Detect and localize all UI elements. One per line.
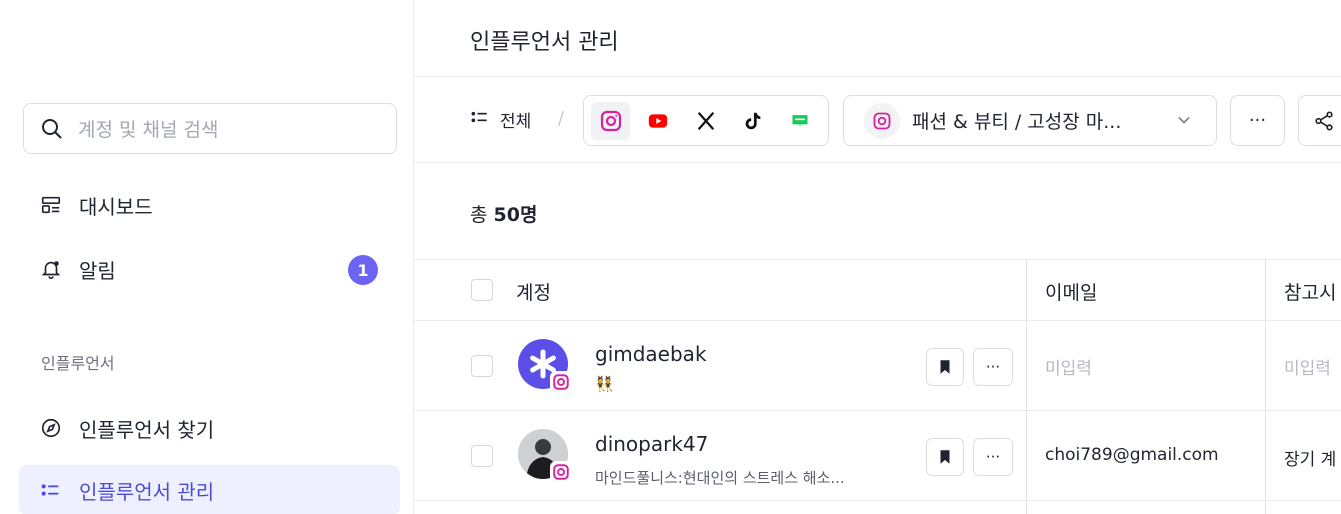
- search-input[interactable]: 계정 및 채널 검색: [23, 103, 397, 154]
- bookmark-icon: [940, 360, 950, 374]
- note-cell: 장기 계: [1284, 450, 1337, 470]
- all-filter-button[interactable]: 전체: [470, 107, 531, 132]
- campaign-select-value: 패션 & 뷰티 / 고성장 마...: [912, 111, 1122, 133]
- platform-youtube-button[interactable]: [638, 102, 677, 140]
- search-placeholder: 계정 및 채널 검색: [78, 119, 219, 141]
- account-bio: 마인드풀니스:현대인의 스트레스 해소...: [595, 469, 845, 487]
- youtube-icon: [648, 113, 668, 128]
- platform-instagram-button[interactable]: [591, 101, 631, 140]
- tiktok-icon: [745, 112, 761, 129]
- platform-x-button[interactable]: [686, 102, 725, 140]
- list-icon: [39, 478, 63, 502]
- sidebar-item-manage-influencer[interactable]: 인플루언서 관리: [19, 465, 400, 514]
- table-row[interactable]: gimdaebak 👯 ··· 미입력 미입력: [414, 321, 1341, 411]
- filter-divider: /: [558, 108, 565, 129]
- list-icon: [470, 107, 490, 132]
- column-header-email: 이메일: [1045, 282, 1098, 304]
- sidebar-item-label: 알림: [79, 258, 116, 283]
- bookmark-button[interactable]: [926, 438, 964, 476]
- sidebar-section-influencer: 인플루언서: [41, 354, 115, 373]
- more-icon: ···: [985, 448, 1001, 466]
- instagram-icon: [550, 461, 572, 483]
- bookmark-icon: [940, 450, 950, 464]
- influencer-table: 계정 이메일 참고시 gimdaebak 👯 ··· 미입력 미입력 dinop…: [414, 259, 1341, 514]
- sidebar-item-label: 대시보드: [79, 194, 153, 219]
- x-icon: [697, 111, 714, 130]
- total-count: 총 50명: [470, 200, 537, 227]
- total-prefix: 총: [470, 204, 494, 226]
- more-icon: ···: [1248, 110, 1267, 131]
- campaign-select[interactable]: 패션 & 뷰티 / 고성장 마...: [843, 95, 1217, 146]
- naver-blog-icon: [792, 114, 808, 126]
- platform-naver-blog-button[interactable]: [781, 102, 820, 140]
- search-icon: [42, 118, 62, 139]
- sidebar-item-dashboard[interactable]: 대시보드: [19, 180, 400, 230]
- toolbar-divider: [414, 162, 1341, 163]
- row-more-button[interactable]: ···: [973, 438, 1013, 476]
- account-bio: 👯: [595, 375, 614, 393]
- avatar: [518, 429, 572, 483]
- header-divider: [414, 76, 1341, 77]
- share-icon: [1315, 110, 1333, 131]
- notification-badge: 1: [348, 255, 378, 285]
- platform-filter-group: [583, 95, 829, 146]
- more-options-button[interactable]: ···: [1230, 95, 1285, 146]
- email-cell: choi789@gmail.com: [1045, 445, 1219, 465]
- total-value: 50명: [493, 204, 538, 226]
- avatar: [518, 339, 572, 393]
- note-cell: 미입력: [1284, 359, 1331, 379]
- compass-icon: [39, 416, 63, 440]
- sidebar-item-find-influencer[interactable]: 인플루언서 찾기: [19, 403, 400, 453]
- instagram-icon: [864, 102, 900, 139]
- sidebar-item-notifications[interactable]: 알림 1: [19, 244, 400, 294]
- more-icon: ···: [985, 358, 1001, 376]
- main-content: 인플루언서 관리 전체 / 패션 & 뷰티 / 고성장 마... ··· 총 5…: [414, 0, 1341, 514]
- share-button[interactable]: [1298, 95, 1341, 146]
- email-cell: 미입력: [1045, 359, 1092, 379]
- account-name[interactable]: gimdaebak: [595, 342, 707, 366]
- table-row[interactable]: dinopark47 마인드풀니스:현대인의 스트레스 해소... ··· ch…: [414, 411, 1341, 501]
- instagram-icon: [550, 371, 572, 393]
- sidebar-item-label: 인플루언서 관리: [79, 479, 215, 504]
- bell-icon: [39, 257, 63, 281]
- instagram-icon: [600, 110, 621, 131]
- dashboard-icon: [39, 193, 63, 217]
- table-header: 계정 이메일 참고시: [414, 259, 1341, 321]
- bookmark-button[interactable]: [926, 348, 964, 386]
- page-title: 인플루언서 관리: [470, 30, 619, 55]
- column-header-account: 계정: [516, 282, 551, 304]
- column-header-note: 참고시: [1284, 282, 1337, 304]
- filter-toolbar: 전체 / 패션 & 뷰티 / 고성장 마... ···: [414, 95, 1341, 146]
- row-more-button[interactable]: ···: [973, 348, 1013, 386]
- sidebar-item-label: 인플루언서 찾기: [79, 417, 215, 442]
- account-name[interactable]: dinopark47: [595, 432, 708, 456]
- platform-tiktok-button[interactable]: [733, 102, 772, 140]
- select-all-checkbox[interactable]: [471, 279, 493, 301]
- sidebar: 계정 및 채널 검색 대시보드 알림 1 인플루언서 인플루언서 찾기 인플루언…: [0, 0, 414, 514]
- row-checkbox[interactable]: [471, 355, 493, 377]
- row-checkbox[interactable]: [471, 445, 493, 467]
- all-filter-label: 전체: [500, 112, 532, 132]
- chevron-down-icon: [1178, 116, 1190, 124]
